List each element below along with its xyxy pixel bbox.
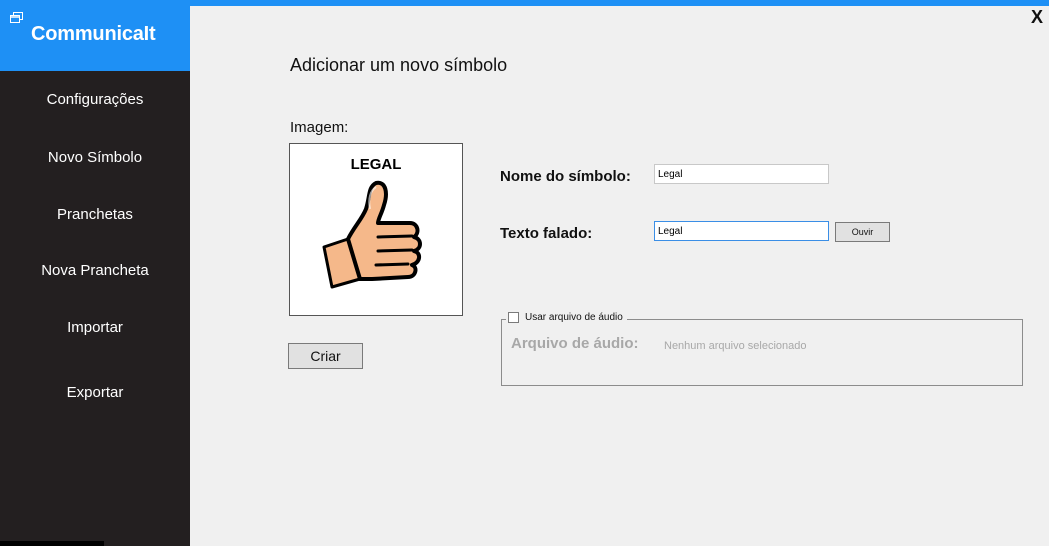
window-restore-icon[interactable] — [10, 12, 23, 23]
spoken-text-input[interactable] — [654, 221, 829, 241]
use-audio-label[interactable]: Usar arquivo de áudio — [525, 312, 623, 323]
audio-file-group — [501, 319, 1023, 386]
audio-group-legend: Usar arquivo de áudio — [506, 312, 627, 323]
page-title: Adicionar um novo símbolo — [290, 55, 508, 75]
symbol-image-caption: LEGAL — [350, 156, 402, 173]
sidebar-bottom-strip — [0, 541, 104, 546]
sidebar-item-novo-simbolo[interactable]: Novo Símbolo — [0, 149, 190, 166]
sidebar-item-exportar[interactable]: Exportar — [0, 384, 190, 401]
listen-button[interactable]: Ouvir — [835, 222, 890, 242]
sidebar-item-importar[interactable]: Importar — [0, 319, 190, 336]
symbol-image-box[interactable]: LEGAL — [289, 143, 463, 316]
app-title: CommunicaIt — [31, 23, 156, 45]
image-label: Imagem: — [290, 119, 349, 136]
sidebar: CommunicaIt Configurações Novo Símbolo P… — [0, 0, 190, 546]
spoken-text-label: Texto falado: — [500, 225, 593, 242]
symbol-name-label: Nome do símbolo: — [500, 168, 631, 185]
create-button[interactable]: Criar — [288, 343, 363, 369]
sidebar-item-pranchetas[interactable]: Pranchetas — [0, 206, 190, 223]
thumbs-up-icon — [322, 180, 422, 289]
symbol-name-input[interactable] — [654, 164, 829, 184]
sidebar-item-configuracoes[interactable]: Configurações — [0, 91, 190, 108]
app-brand: CommunicaIt — [0, 0, 190, 71]
sidebar-item-nova-prancheta[interactable]: Nova Prancheta — [0, 262, 190, 279]
use-audio-checkbox[interactable] — [508, 312, 519, 323]
audio-file-value: Nenhum arquivo selecionado — [664, 340, 807, 352]
close-button[interactable]: X — [1031, 7, 1043, 28]
audio-file-label: Arquivo de áudio: — [511, 335, 639, 352]
